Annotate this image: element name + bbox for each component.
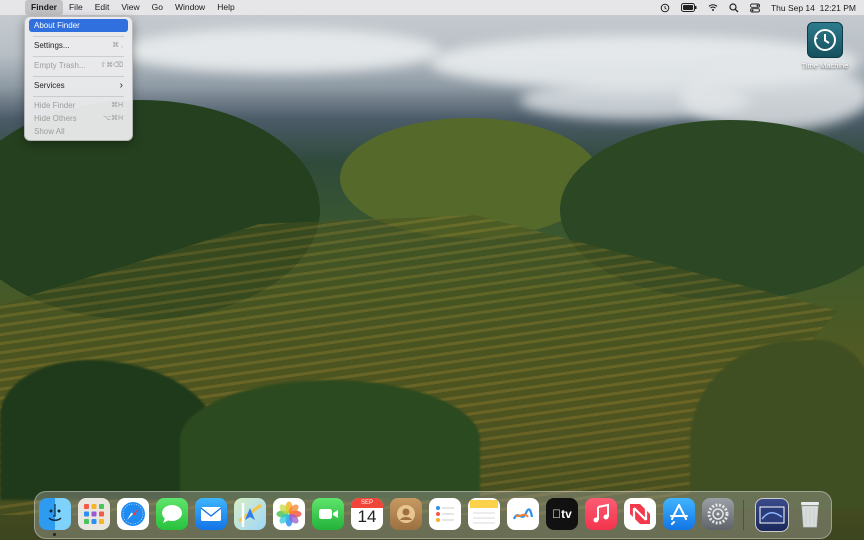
freeform-icon xyxy=(512,508,534,520)
menu-view[interactable]: View xyxy=(115,0,145,15)
reminders-icon xyxy=(436,506,454,522)
chevron-right-icon: › xyxy=(119,80,123,91)
downloads-stack-icon xyxy=(759,506,785,524)
dock-system-settings[interactable] xyxy=(702,498,734,530)
settings-shortcut: ⌘ , xyxy=(112,42,123,49)
menu-item-hide-finder[interactable]: Hide Finder ⌘H xyxy=(29,99,128,112)
hide-finder-shortcut: ⌘H xyxy=(110,102,123,109)
control-center-icon[interactable] xyxy=(749,3,760,13)
empty-trash-label: Empty Trash... xyxy=(34,61,86,70)
time-machine-label: Time Machine xyxy=(801,61,849,70)
time-machine-icon[interactable] xyxy=(660,3,670,13)
dock-app-store[interactable] xyxy=(663,498,695,530)
dock-maps[interactable] xyxy=(234,498,266,530)
dock-calendar[interactable]: SEP 14 xyxy=(351,498,383,530)
dock-trash[interactable] xyxy=(794,498,826,530)
safari-icon xyxy=(121,502,145,526)
menu-file[interactable]: File xyxy=(63,0,89,15)
dock-music[interactable] xyxy=(585,498,617,530)
maps-icon xyxy=(238,503,262,527)
menu-separator xyxy=(33,76,124,77)
calendar-day: 14 xyxy=(357,507,377,526)
tv-label: tv xyxy=(556,507,572,521)
hide-finder-label: Hide Finder xyxy=(34,101,76,110)
menu-separator xyxy=(33,96,124,97)
news-icon xyxy=(630,504,650,524)
dock-notes[interactable] xyxy=(468,498,500,530)
messages-icon xyxy=(162,505,182,523)
finder-icon xyxy=(48,504,62,521)
dock-photos[interactable] xyxy=(273,498,305,530)
gear-icon xyxy=(707,503,729,525)
facetime-icon xyxy=(319,509,338,519)
search-icon[interactable] xyxy=(729,2,739,13)
dock-divider xyxy=(743,500,744,530)
services-label: Services xyxy=(34,81,65,90)
dock-safari[interactable] xyxy=(117,498,149,530)
dock-messages[interactable] xyxy=(156,498,188,530)
menu-item-show-all[interactable]: Show All xyxy=(29,125,128,138)
settings-label: Settings... xyxy=(34,41,70,50)
music-icon xyxy=(593,503,609,523)
notes-icon xyxy=(470,500,498,524)
dock-freeform[interactable] xyxy=(507,498,539,530)
menu-bar: Finder File Edit View Go Window Help Thu… xyxy=(0,0,864,15)
battery-icon[interactable] xyxy=(680,3,697,13)
menu-help[interactable]: Help xyxy=(211,0,240,15)
menu-separator xyxy=(33,56,124,57)
menu-item-services[interactable]: Services › xyxy=(29,79,128,92)
empty-trash-shortcut: ⇧⌘⌫ xyxy=(100,62,123,69)
menubar-clock[interactable]: Thu Sep 14 12:21 PM xyxy=(771,3,856,13)
menu-item-about-finder[interactable]: About Finder xyxy=(29,19,128,32)
dock-finder[interactable] xyxy=(39,498,71,530)
wifi-icon[interactable] xyxy=(708,3,718,13)
dock-facetime[interactable] xyxy=(312,498,344,530)
about-finder-label: About Finder xyxy=(34,21,80,30)
menu-separator xyxy=(33,36,124,37)
dock-mail[interactable] xyxy=(195,498,227,530)
desktop-icon-time-machine[interactable]: Time Machine xyxy=(799,22,851,70)
photos-icon xyxy=(276,501,302,527)
dock-downloads-stack[interactable] xyxy=(755,498,789,532)
hide-others-shortcut: ⌥⌘H xyxy=(102,115,123,122)
dock: SEP 14 tv xyxy=(34,491,832,539)
menu-item-hide-others[interactable]: Hide Others ⌥⌘H xyxy=(29,112,128,125)
menu-go[interactable]: Go xyxy=(146,0,169,15)
menu-item-empty-trash[interactable]: Empty Trash... ⇧⌘⌫ xyxy=(29,59,128,72)
running-indicator xyxy=(53,533,56,536)
mail-icon xyxy=(200,507,222,521)
dock-news[interactable] xyxy=(624,498,656,530)
dock-reminders[interactable] xyxy=(429,498,461,530)
dock-tv[interactable]: tv xyxy=(546,498,578,530)
dock-launchpad[interactable] xyxy=(78,498,110,530)
finder-menu-dropdown: About Finder Settings... ⌘ , Empty Trash… xyxy=(24,16,133,141)
menu-finder[interactable]: Finder xyxy=(25,0,63,15)
apple-tv-icon: tv xyxy=(552,507,572,521)
app-store-icon xyxy=(670,504,688,525)
menu-item-settings[interactable]: Settings... ⌘ , xyxy=(29,39,128,52)
menu-window[interactable]: Window xyxy=(169,0,211,15)
launchpad-icon xyxy=(84,504,104,524)
trash-icon xyxy=(801,502,819,528)
time-machine-drive-icon xyxy=(807,22,843,58)
contacts-icon xyxy=(397,505,415,523)
hide-others-label: Hide Others xyxy=(34,114,77,123)
dock-contacts[interactable] xyxy=(390,498,422,530)
show-all-label: Show All xyxy=(34,127,65,136)
menu-edit[interactable]: Edit xyxy=(89,0,116,15)
